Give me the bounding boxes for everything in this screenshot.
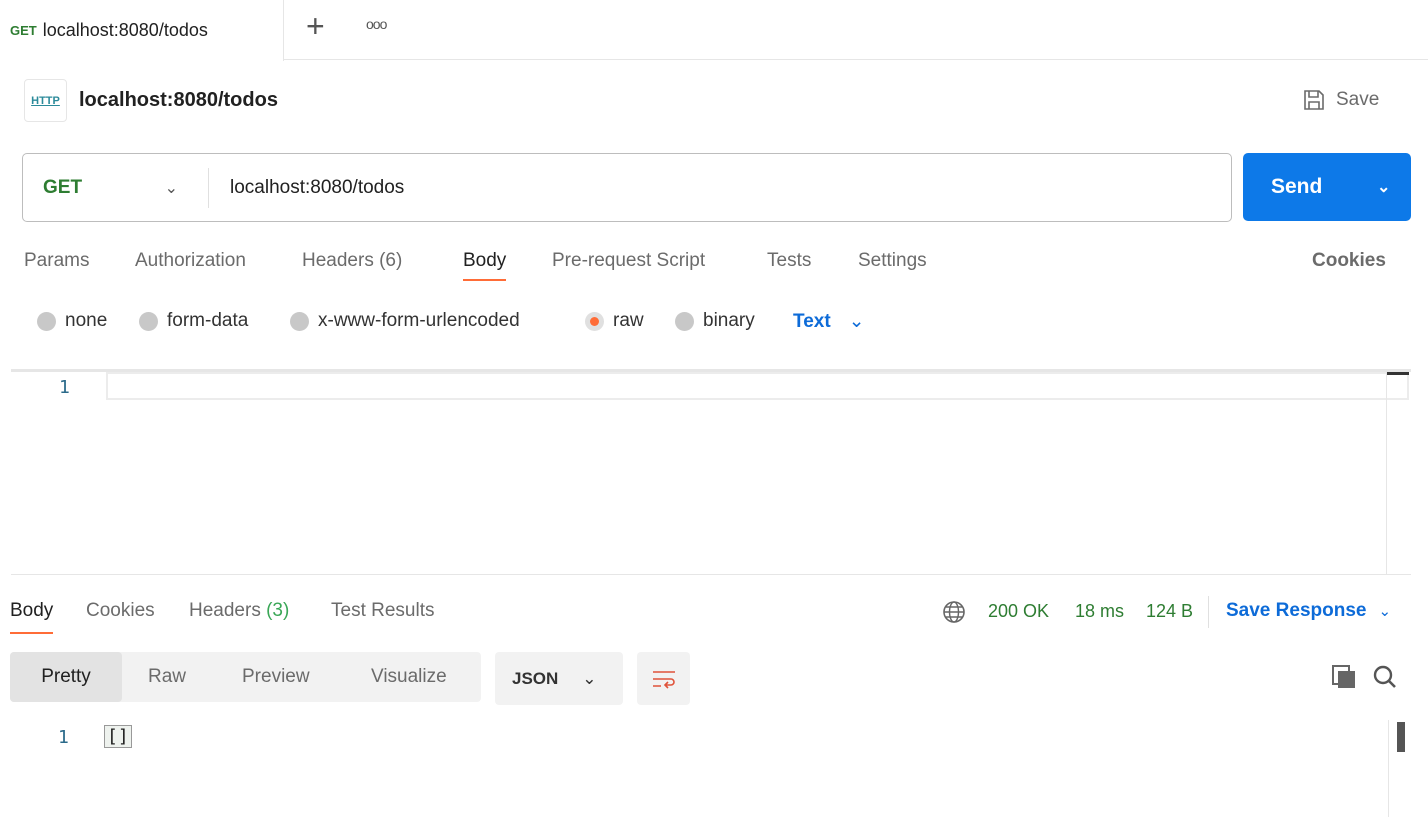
resp-headers-label: Headers — [189, 600, 261, 621]
radio-label: raw — [613, 310, 644, 331]
radio-form-data[interactable]: form-data — [139, 310, 248, 332]
resp-tab-body[interactable]: Body — [10, 600, 54, 634]
response-line-number: 1 — [58, 727, 69, 748]
view-mode-group: Pretty Raw Preview Visualize — [10, 652, 481, 702]
response-content: [] — [104, 725, 132, 748]
response-scrollbar-thumb[interactable] — [1397, 722, 1405, 752]
radio-label: x-www-form-urlencoded — [318, 310, 520, 331]
radio-label: binary — [703, 310, 755, 331]
send-options-chevron-icon[interactable]: ⌄ — [1377, 177, 1390, 197]
send-label: Send — [1271, 175, 1323, 198]
save-response-label: Save Response — [1226, 600, 1367, 621]
radio-dot-selected — [585, 311, 604, 331]
resp-tab-test-results[interactable]: Test Results — [331, 600, 434, 622]
copy-icon[interactable] — [1331, 664, 1357, 690]
response-format-label: JSON — [512, 668, 559, 688]
save-label: Save — [1336, 89, 1380, 110]
globe-icon[interactable] — [942, 600, 966, 624]
view-raw[interactable]: Raw — [148, 666, 186, 688]
tab-settings[interactable]: Settings — [858, 250, 927, 272]
response-size[interactable]: 124 B — [1146, 601, 1193, 622]
response-time[interactable]: 18 ms — [1075, 601, 1124, 622]
radio-dot — [675, 311, 694, 331]
cookies-link[interactable]: Cookies — [1312, 250, 1386, 272]
radio-dot — [37, 311, 56, 331]
chevron-down-icon: ⌄ — [1378, 603, 1392, 620]
line-number: 1 — [59, 377, 70, 398]
response-format-select[interactable]: JSON ⌄ — [495, 652, 623, 705]
resp-headers-count: (3) — [266, 600, 290, 621]
tab-body[interactable]: Body — [463, 250, 507, 281]
radio-label: form-data — [167, 310, 249, 331]
save-response-button[interactable]: Save Response ⌄ — [1226, 600, 1391, 622]
radio-raw[interactable]: raw — [585, 310, 644, 332]
scrollbar-track[interactable] — [1386, 369, 1387, 575]
resp-tab-cookies[interactable]: Cookies — [86, 600, 155, 622]
radio-urlencoded[interactable]: x-www-form-urlencoded — [290, 310, 520, 332]
response-scrollbar-track[interactable] — [1388, 720, 1389, 817]
headers-label: Headers — [302, 250, 374, 271]
save-icon — [1304, 90, 1324, 110]
tab-params[interactable]: Params — [24, 250, 89, 272]
tab-headers[interactable]: Headers (6) — [302, 250, 402, 272]
radio-label: none — [65, 310, 108, 331]
status-code[interactable]: 200 OK — [988, 601, 1049, 622]
scrollbar-thumb[interactable] — [1387, 372, 1409, 375]
resp-tab-headers[interactable]: Headers (3) — [189, 600, 289, 622]
request-title[interactable]: localhost:8080/todos — [79, 89, 278, 112]
view-preview[interactable]: Preview — [242, 666, 310, 688]
wrap-lines-button[interactable] — [637, 652, 690, 705]
divider — [1208, 596, 1209, 628]
search-icon[interactable] — [1372, 664, 1398, 690]
body-format-select[interactable]: Text ⌄ — [793, 310, 865, 333]
tab-pre-request-script[interactable]: Pre-request Script — [552, 250, 705, 272]
tab-method: GET — [10, 23, 37, 38]
radio-none[interactable]: none — [37, 310, 107, 332]
more-options-icon[interactable]: ooo — [366, 16, 387, 32]
headers-count: (6) — [379, 250, 403, 271]
body-editor[interactable]: 1 — [11, 369, 1411, 575]
send-button[interactable]: Send ⌄ — [1243, 153, 1411, 221]
radio-binary[interactable]: binary — [675, 310, 755, 332]
method-select[interactable]: GET ⌄ — [23, 167, 209, 208]
tab-tests[interactable]: Tests — [767, 250, 811, 272]
radio-dot — [290, 311, 309, 331]
request-bar: GET ⌄ — [22, 153, 1232, 222]
save-button[interactable]: Save — [1302, 88, 1379, 112]
request-tab[interactable]: GET localhost:8080/todos — [0, 0, 284, 61]
tab-title: localhost:8080/todos — [42, 20, 208, 40]
url-input[interactable] — [230, 176, 1180, 199]
chevron-down-icon: ⌄ — [582, 668, 597, 688]
tab-authorization[interactable]: Authorization — [135, 250, 246, 272]
method-label: GET — [43, 176, 83, 198]
view-pretty[interactable]: Pretty — [10, 652, 122, 702]
radio-dot — [139, 311, 158, 331]
new-tab-button[interactable]: + — [306, 8, 325, 45]
wrap-lines-icon — [652, 670, 675, 689]
http-icon: HTTP — [24, 79, 67, 122]
chevron-down-icon: ⌄ — [164, 179, 178, 197]
active-line — [106, 372, 1409, 400]
chevron-down-icon: ⌄ — [848, 311, 865, 332]
view-visualize[interactable]: Visualize — [371, 666, 447, 688]
body-format-label: Text — [793, 310, 831, 332]
